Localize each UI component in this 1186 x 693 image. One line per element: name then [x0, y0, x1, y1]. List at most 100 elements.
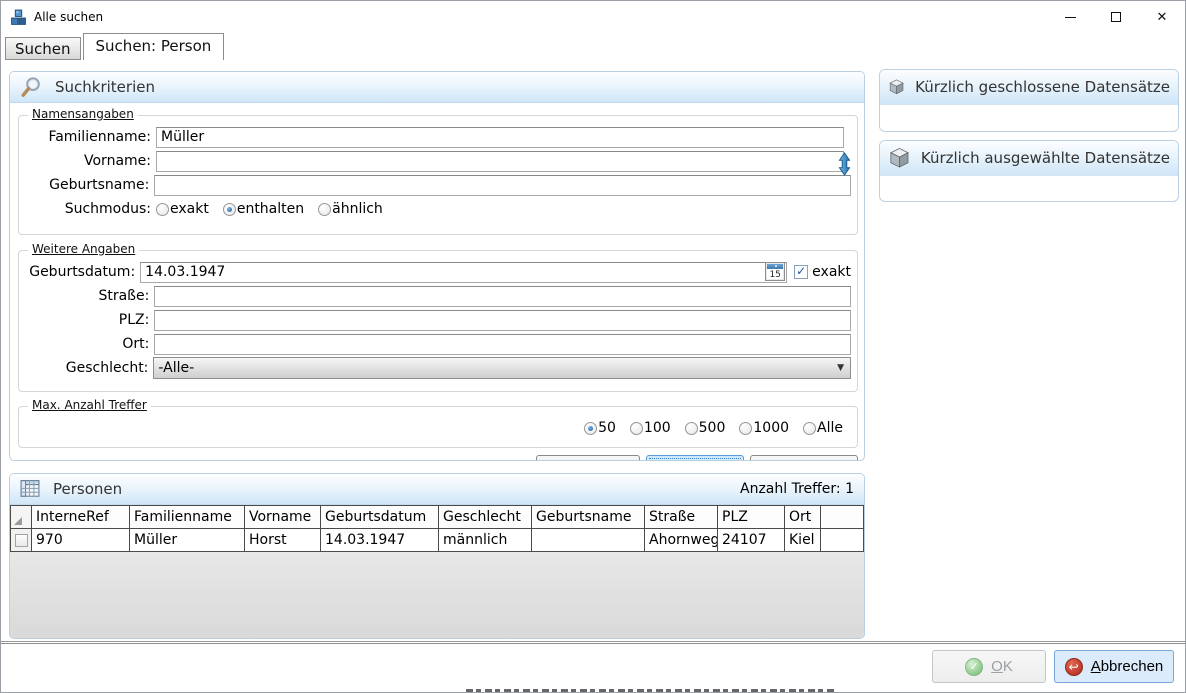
familienname-label: Familienname: — [25, 129, 151, 145]
footer-button-bar: ✓ OK ↩ Abbrechen — [1, 644, 1185, 689]
table-row[interactable]: 970 Müller Horst 14.03.1947 männlich Aho… — [11, 529, 864, 552]
geschlecht-label: Geschlecht: — [25, 360, 148, 376]
strasse-input[interactable] — [154, 286, 851, 307]
cancel-button[interactable]: ↩ Abbrechen — [1054, 650, 1174, 683]
cell-plz: 24107 — [718, 529, 785, 552]
radio-alle[interactable]: Alle — [803, 420, 843, 436]
radio-100-icon[interactable] — [630, 422, 643, 435]
radio-aehnlich[interactable]: ähnlich — [318, 201, 383, 217]
col-familienname[interactable]: Familienname — [130, 506, 245, 529]
close-button[interactable]: ✕ — [1139, 1, 1185, 33]
close-icon: ✕ — [1157, 11, 1168, 24]
col-strasse[interactable]: Straße — [645, 506, 718, 529]
radio-exakt[interactable]: exakt — [156, 201, 209, 217]
search-criteria-title: Suchkriterien — [55, 78, 155, 96]
radio-500[interactable]: 500 — [685, 420, 726, 436]
geburtsdatum-input[interactable] — [140, 262, 787, 283]
geburtsname-input[interactable] — [154, 175, 851, 196]
exakt-checkbox-label: exakt — [812, 264, 851, 280]
recently-selected-header[interactable]: Kürzlich ausgewählte Datensätze — [880, 141, 1178, 176]
cube-icon — [888, 75, 905, 99]
window-controls: ✕ — [1047, 1, 1185, 33]
recently-selected-title: Kürzlich ausgewählte Datensätze — [921, 149, 1170, 167]
col-geschlecht[interactable]: Geschlecht — [439, 506, 532, 529]
suchmodus-radio-group: exakt enthalten ähnlich — [156, 201, 383, 217]
tab-suchen[interactable]: Suchen — [5, 37, 81, 60]
cell-geburtsname — [532, 529, 645, 552]
window-title: Alle suchen — [34, 10, 103, 24]
cell-geschlecht: männlich — [439, 529, 532, 552]
cell-strasse: Ahornweg 5 — [645, 529, 718, 552]
radio-alle-icon[interactable] — [803, 422, 816, 435]
maximize-icon — [1111, 12, 1121, 22]
app-cubes-icon — [10, 9, 27, 26]
vorname-label: Vorname: — [25, 153, 151, 169]
magnifier-icon — [20, 76, 42, 98]
cell-filler — [821, 529, 864, 552]
updown-arrow-button[interactable] — [838, 152, 851, 180]
geschlecht-select[interactable]: -Alle- ▼ — [153, 357, 851, 379]
select-all-corner[interactable] — [11, 506, 32, 529]
col-interneref[interactable]: InterneRef — [32, 506, 130, 529]
plz-label: PLZ: — [25, 312, 149, 328]
cell-ort: Kiel — [785, 529, 821, 552]
search-button-row: Zurücksetzen Suchen Neu erzeugen — [10, 455, 858, 461]
strasse-label: Straße: — [25, 288, 149, 304]
col-plz[interactable]: PLZ — [718, 506, 785, 529]
radio-enthalten-icon[interactable] — [223, 203, 236, 216]
col-geburtsdatum[interactable]: Geburtsdatum — [321, 506, 439, 529]
recently-closed-panel: Kürzlich geschlossene Datensätze — [879, 69, 1179, 132]
fieldset-max-treffer: Max. Anzahl Treffer 50 100 500 — [18, 406, 858, 448]
plz-input[interactable] — [154, 310, 851, 331]
recently-selected-panel: Kürzlich ausgewählte Datensätze — [879, 140, 1179, 202]
table-header-row: InterneRef Familienname Vorname Geburtsd… — [11, 506, 864, 529]
result-count: Anzahl Treffer: 1 — [740, 481, 854, 497]
radio-enthalten[interactable]: enthalten — [223, 201, 304, 217]
fieldset-weitere-angaben: Weitere Angaben Geburtsdatum: 15 exakt S… — [18, 250, 858, 392]
maximize-button[interactable] — [1093, 1, 1139, 33]
radio-100[interactable]: 100 — [630, 420, 671, 436]
recently-closed-title: Kürzlich geschlossene Datensätze — [915, 78, 1170, 96]
search-button[interactable]: Suchen — [646, 455, 744, 461]
ort-input[interactable] — [154, 334, 851, 355]
create-new-button[interactable]: Neu erzeugen — [750, 455, 858, 461]
row-checkbox[interactable] — [15, 534, 28, 547]
titlebar: Alle suchen ✕ — [1, 1, 1185, 33]
cell-geburtsdatum: 14.03.1947 — [321, 529, 439, 552]
results-title: Personen — [53, 480, 122, 498]
ok-button[interactable]: ✓ OK — [932, 650, 1046, 683]
search-criteria-panel: Suchkriterien Namensangaben Familienname… — [9, 71, 865, 461]
select-arrow-icon: ▼ — [837, 363, 844, 373]
legend-max-treffer: Max. Anzahl Treffer — [28, 398, 151, 412]
cube-icon — [888, 146, 911, 170]
radio-50-icon[interactable] — [584, 422, 597, 435]
cell-interneref: 970 — [32, 529, 130, 552]
calendar-button[interactable]: 15 — [765, 262, 785, 281]
tab-suchen-person[interactable]: Suchen: Person — [83, 33, 225, 60]
recently-closed-header[interactable]: Kürzlich geschlossene Datensätze — [880, 70, 1178, 105]
vorname-input[interactable] — [156, 151, 844, 172]
table-grid-icon — [20, 479, 40, 499]
radio-exakt-icon[interactable] — [156, 203, 169, 216]
radio-1000[interactable]: 1000 — [739, 420, 789, 436]
legend-weitere-angaben: Weitere Angaben — [28, 242, 139, 256]
legend-namensangaben: Namensangaben — [28, 107, 138, 121]
cancel-arrow-icon: ↩ — [1065, 658, 1083, 676]
radio-1000-icon[interactable] — [739, 422, 752, 435]
ok-check-icon: ✓ — [965, 658, 983, 676]
col-vorname[interactable]: Vorname — [245, 506, 321, 529]
col-geburtsname[interactable]: Geburtsname — [532, 506, 645, 529]
minimize-button[interactable] — [1047, 1, 1093, 33]
clipped-content-edge — [466, 689, 834, 692]
col-ort[interactable]: Ort — [785, 506, 821, 529]
calendar-day-label: 15 — [769, 270, 780, 280]
radio-aehnlich-icon[interactable] — [318, 203, 331, 216]
exakt-checkbox[interactable] — [794, 265, 808, 279]
radio-500-icon[interactable] — [685, 422, 698, 435]
familienname-input[interactable] — [156, 127, 844, 148]
geburtsdatum-label: Geburtsdatum: — [25, 264, 135, 280]
reset-button[interactable]: Zurücksetzen — [536, 455, 640, 461]
cell-familienname: Müller — [130, 529, 245, 552]
minimize-icon — [1065, 17, 1076, 18]
radio-50[interactable]: 50 — [584, 420, 616, 436]
